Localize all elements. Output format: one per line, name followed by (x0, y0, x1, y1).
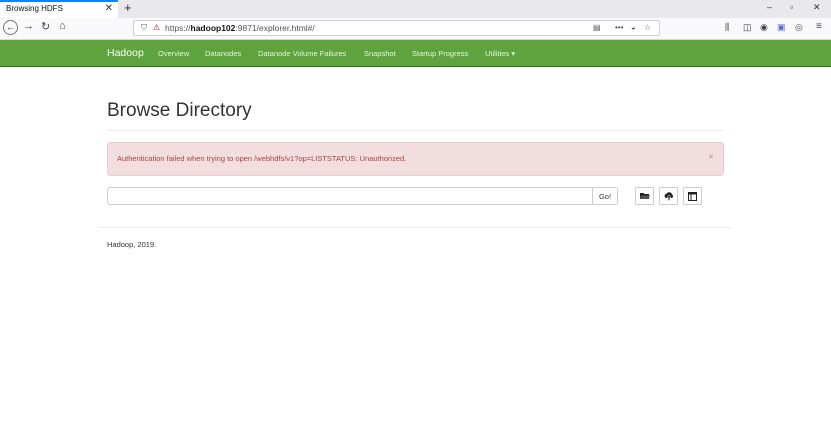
cut-paste-button[interactable] (683, 187, 702, 205)
footer-divider (99, 227, 732, 228)
close-window-icon[interactable]: ✕ (813, 2, 821, 13)
new-tab-button[interactable]: + (124, 0, 132, 15)
alert-message: Authentication failed when trying to ope… (117, 154, 407, 163)
menu-icon[interactable]: ≡ (816, 21, 822, 32)
page-actions-icon[interactable]: ••• (615, 23, 623, 32)
nav-datanodes[interactable]: Datanodes (205, 49, 241, 58)
directory-input[interactable] (107, 187, 593, 205)
reload-icon[interactable]: ↻ (41, 20, 50, 33)
extension-icon[interactable]: ▣ (777, 22, 786, 33)
alert-close-icon[interactable]: × (708, 152, 714, 163)
upload-button[interactable] (659, 187, 678, 205)
go-button[interactable]: Go! (593, 187, 618, 205)
navbar-brand[interactable]: Hadoop (107, 47, 144, 59)
forward-icon[interactable]: → (23, 20, 34, 32)
nav-overview[interactable]: Overview (158, 49, 189, 58)
browser-toolbar: ← → ↻ ⌂ ⛉ ⚠ https://hadoop102:9871/explo… (0, 18, 831, 40)
library-icon[interactable]: ⫼ (725, 22, 729, 33)
url-bar[interactable]: ⛉ ⚠ https://hadoop102:9871/explorer.html… (133, 20, 660, 36)
shield-icon[interactable]: ⛉ (141, 23, 147, 33)
home-icon[interactable]: ⌂ (59, 20, 66, 32)
pocket-icon[interactable]: ◒ (631, 23, 636, 32)
account-icon[interactable]: ◉ (760, 22, 768, 33)
nav-volume-failures[interactable]: Datanode Volume Failures (258, 49, 346, 58)
url-text: https://hadoop102:9871/explorer.html#/ (165, 23, 315, 33)
browser-tab[interactable]: Browsing HDFS ✕ (0, 0, 118, 18)
error-alert: Authentication failed when trying to ope… (107, 142, 724, 176)
back-icon[interactable]: ← (3, 20, 18, 35)
title-divider (107, 130, 724, 131)
insecure-lock-icon[interactable]: ⚠ (153, 23, 160, 32)
upload-icon (664, 192, 673, 201)
bookmark-star-icon[interactable]: ☆ (644, 23, 651, 32)
extension-icon-2[interactable]: ◎ (795, 22, 803, 33)
page-title: Browse Directory (107, 100, 252, 121)
folder-open-icon (639, 193, 650, 199)
reader-view-icon[interactable]: ▤ (593, 23, 601, 32)
table-icon (688, 192, 697, 201)
browser-tab-strip: Browsing HDFS ✕ + – ▫ ✕ (0, 0, 831, 18)
tab-title: Browsing HDFS (6, 4, 63, 13)
footer-text: Hadoop, 2019. (107, 240, 157, 249)
nav-snapshot[interactable]: Snapshot (364, 49, 396, 58)
hadoop-navbar: Hadoop Overview Datanodes Datanode Volum… (0, 40, 831, 67)
create-directory-button[interactable] (635, 187, 654, 205)
nav-startup-progress[interactable]: Startup Progress (412, 49, 468, 58)
minimize-icon[interactable]: – (767, 2, 772, 12)
maximize-icon[interactable]: ▫ (790, 2, 793, 12)
nav-utilities-dropdown[interactable]: Utilities ▾ (485, 49, 515, 58)
sidebar-icon[interactable]: ◫ (743, 22, 752, 33)
tab-close-icon[interactable]: ✕ (105, 3, 113, 14)
